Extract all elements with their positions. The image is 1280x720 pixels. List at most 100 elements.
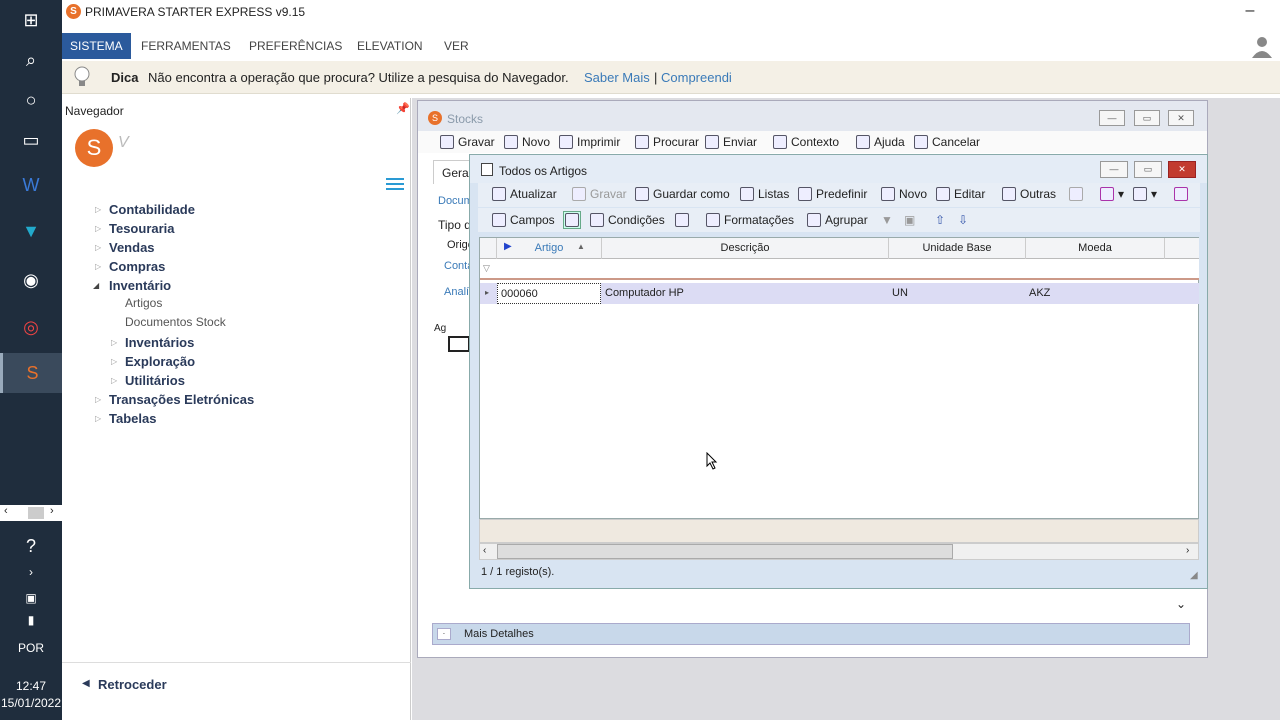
expand-arrow-icon[interactable]: ▷ <box>95 395 101 404</box>
chrome-icon[interactable]: ◎ <box>0 307 62 347</box>
column-header-descricao[interactable]: Descrição <box>602 238 889 259</box>
taskbar-scroll[interactable]: ‹ › <box>0 505 62 521</box>
stocks-maximize-button[interactable]: ▭ <box>1134 110 1160 126</box>
gravar-button[interactable]: Gravar <box>572 187 627 201</box>
cortana-icon[interactable]: ○ <box>0 80 62 120</box>
nav-tabelas[interactable]: Tabelas <box>109 411 156 426</box>
stocks-grid-cell[interactable] <box>448 336 470 352</box>
export-dropdown-icon[interactable]: ▾ <box>1100 187 1124 201</box>
cell-descricao[interactable]: Computador HP <box>602 283 889 304</box>
retroceder-button[interactable]: Retroceder <box>98 677 167 692</box>
column-header-unidade-base[interactable]: Unidade Base <box>889 238 1026 259</box>
pin-icon[interactable]: 📌 <box>396 102 410 115</box>
stocks-contexto-button[interactable]: Contexto <box>773 135 839 149</box>
copy-icon[interactable] <box>1069 187 1083 201</box>
stocks-ajuda-button[interactable]: Ajuda <box>856 135 905 149</box>
group-up-icon[interactable]: ▣ <box>904 213 915 227</box>
stocks-novo-button[interactable]: Novo <box>504 135 550 149</box>
menu-preferencias[interactable]: PREFERÊNCIAS <box>249 39 342 53</box>
resize-grip-icon[interactable]: ◢ <box>1190 570 1198 581</box>
menu-sistema[interactable]: SISTEMA <box>62 33 131 59</box>
nav-contabilidade[interactable]: Contabilidade <box>109 202 195 217</box>
mais-detalhes-bar[interactable] <box>432 623 1190 645</box>
task-view-icon[interactable]: ▭ <box>0 120 62 160</box>
collapse-arrow-icon[interactable]: ◢ <box>93 281 99 290</box>
predefinir-button[interactable]: Predefinir <box>798 187 867 201</box>
menu-ver[interactable]: VER <box>444 39 469 53</box>
expand-arrow-icon[interactable]: ▷ <box>111 338 117 347</box>
atualizar-button[interactable]: Atualizar <box>492 187 557 201</box>
stocks-label-docum[interactable]: Docum <box>438 195 473 207</box>
stocks-gravar-button[interactable]: Gravar <box>440 135 495 149</box>
cell-unidade[interactable]: UN <box>889 283 1026 304</box>
mais-detalhes-label[interactable]: Mais Detalhes <box>464 628 534 640</box>
expand-arrow-icon[interactable]: ▷ <box>95 262 101 271</box>
column-header-artigo[interactable]: Artigo <box>497 238 602 259</box>
menu-elevation[interactable]: ELEVATION <box>357 39 423 53</box>
expand-arrow-icon[interactable]: ▷ <box>111 376 117 385</box>
user-icon[interactable] <box>1250 34 1274 58</box>
print-dropdown-icon[interactable]: ▾ <box>1133 187 1157 201</box>
editar-button[interactable]: Editar <box>936 187 985 201</box>
help-book-icon[interactable] <box>1174 187 1188 201</box>
campos-button[interactable]: Campos <box>492 213 555 227</box>
stocks-procurar-button[interactable]: Procurar <box>635 135 699 149</box>
nav-compras[interactable]: Compras <box>109 259 165 274</box>
scroll-right-icon[interactable]: › <box>1186 545 1189 556</box>
expand-arrow-icon[interactable]: ▷ <box>95 224 101 233</box>
guardar-como-button[interactable]: Guardar como <box>635 187 730 201</box>
stocks-label-analitica[interactable]: Analí <box>444 286 469 298</box>
cell-moeda[interactable]: AKZ <box>1026 283 1165 304</box>
grid-filter-row[interactable] <box>480 259 1199 280</box>
nav-vendas[interactable]: Vendas <box>109 240 155 255</box>
stocks-imprimir-button[interactable]: Imprimir <box>559 135 620 149</box>
expand-arrow-icon[interactable]: ▷ <box>95 414 101 423</box>
stocks-close-button[interactable]: ✕ <box>1168 110 1194 126</box>
arrow-down-icon[interactable]: ⇩ <box>958 213 968 227</box>
stocks-enviar-button[interactable]: Enviar <box>705 135 757 149</box>
nav-inventario[interactable]: Inventário <box>109 278 171 293</box>
cell-artigo[interactable]: 000060 <box>497 283 601 304</box>
novo-button[interactable]: Novo <box>881 187 927 201</box>
vpn-icon[interactable]: ▼ <box>0 211 62 251</box>
arrow-up-icon[interactable]: ⇧ <box>935 213 945 227</box>
agrupar-button[interactable]: Agrupar <box>807 213 868 227</box>
formatacoes-button[interactable]: Formatações <box>706 213 794 227</box>
outras-button[interactable]: Outras <box>1002 187 1056 201</box>
nav-exploracao[interactable]: Exploração <box>125 354 195 369</box>
primavera-taskbar-icon[interactable]: S <box>0 353 62 393</box>
windows-start-icon[interactable]: ⊞ <box>0 0 62 40</box>
menu-ferramentas[interactable]: FERRAMENTAS <box>141 39 231 53</box>
language-indicator[interactable]: POR <box>0 641 62 655</box>
nav-utilitarios[interactable]: Utilitários <box>125 373 185 388</box>
minimize-button[interactable]: – <box>1240 2 1260 20</box>
expand-arrow-icon[interactable]: ▷ <box>95 205 101 214</box>
chevron-down-icon[interactable]: ⌄ <box>1176 597 1186 611</box>
stocks-cancelar-button[interactable]: Cancelar <box>914 135 980 149</box>
search-icon[interactable] <box>675 213 689 227</box>
column-header-moeda[interactable]: Moeda <box>1026 238 1165 259</box>
saber-mais-link[interactable]: Saber Mais <box>584 70 650 85</box>
expand-arrow-icon[interactable]: ▷ <box>95 243 101 252</box>
obs-icon[interactable]: ◉ <box>0 260 62 300</box>
word-icon[interactable]: W <box>0 165 62 205</box>
nav-documentos-stock[interactable]: Documentos Stock <box>125 315 226 329</box>
condicoes-button[interactable]: Condições <box>590 213 665 227</box>
listas-button[interactable]: Listas <box>740 187 789 201</box>
back-arrow-icon[interactable]: ◀ <box>82 678 90 689</box>
nav-transacoes-eletronicas[interactable]: Transações Eletrónicas <box>109 392 254 407</box>
nav-artigos[interactable]: Artigos <box>125 296 162 310</box>
compreendi-link[interactable]: Compreendi <box>661 70 732 85</box>
filter-toggle-icon[interactable] <box>563 211 581 229</box>
search-icon[interactable]: ⌕ <box>0 40 62 80</box>
scroll-left-icon[interactable]: ‹ <box>483 545 486 556</box>
hamburger-menu-icon[interactable] <box>386 177 404 191</box>
scrollbar-thumb[interactable] <box>497 544 953 559</box>
clock[interactable]: 12:47 15/01/2022 <box>0 678 62 712</box>
nav-inventarios[interactable]: Inventários <box>125 335 194 350</box>
stocks-minimize-button[interactable]: — <box>1099 110 1125 126</box>
expand-details-icon[interactable]: · <box>437 628 451 640</box>
expand-arrow-icon[interactable]: ▷ <box>111 357 117 366</box>
artigos-minimize-button[interactable]: — <box>1100 161 1128 178</box>
microphone-icon[interactable]: ▮ <box>0 600 62 640</box>
